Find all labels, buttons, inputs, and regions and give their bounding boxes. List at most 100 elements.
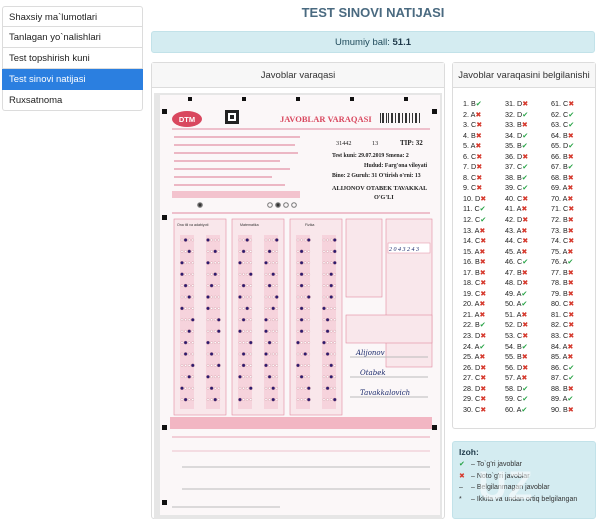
answer-key-number: 51. A xyxy=(505,309,522,319)
cross-icon: ✖ xyxy=(568,204,575,214)
answer-key-number: 14. C xyxy=(463,236,481,246)
cross-icon: ✖ xyxy=(568,236,575,246)
answer-key-number: 42. D xyxy=(505,215,523,225)
cross-icon: ✖ xyxy=(479,257,486,267)
answer-key-row: 59. C ✔ xyxy=(505,394,551,405)
answer-key-row: 62. C ✔ xyxy=(551,110,597,121)
answer-key-number: 85. A xyxy=(551,352,568,362)
answer-key-row: 60. A ✔ xyxy=(505,405,551,416)
answer-key-row: 25. A ✖ xyxy=(463,352,509,363)
answer-key-number: 55. B xyxy=(505,352,522,362)
answer-key-row: 49. A ✔ xyxy=(505,289,551,300)
answer-key-number: 29. C xyxy=(463,394,481,404)
answer-key-number: 48. D xyxy=(505,278,523,288)
cross-icon: ✖ xyxy=(521,309,528,319)
cross-icon: ✖ xyxy=(476,162,483,172)
answer-key-row: 36. D ✖ xyxy=(505,152,551,163)
answer-key-number: 25. A xyxy=(463,352,480,362)
answer-key-number: 37. C xyxy=(505,162,523,172)
answer-key-row: 51. A ✖ xyxy=(505,310,551,321)
answer-key-number: 53. C xyxy=(505,331,523,341)
cross-icon: ✖ xyxy=(567,246,574,256)
answer-key-number: 62. C xyxy=(551,109,569,119)
cross-icon: ✖ xyxy=(522,320,529,330)
answer-key-number: 79. B xyxy=(551,288,568,298)
cross-icon: ✖ xyxy=(567,215,574,225)
answer-key-row: 58. D ✔ xyxy=(505,384,551,395)
shift-value: 2 xyxy=(406,153,409,159)
cross-icon: ✖ xyxy=(567,151,574,161)
cross-icon: ✖ xyxy=(480,193,487,203)
answer-sheet-scan: DTM JAVOBLAR VARAQASI 31442 13 TIP: 32 T… xyxy=(160,95,440,515)
sidebar-item-test-date[interactable]: Test topshirish kuni xyxy=(2,48,143,69)
sidebar-nav: Shaxsiy ma`lumotlari Tanlagan yo`nalishl… xyxy=(2,6,143,111)
answer-key-number: 78. B xyxy=(551,278,568,288)
cross-icon: ✖ xyxy=(480,383,487,393)
cross-icon: ✖ xyxy=(480,394,487,404)
answer-key-number: 87. C xyxy=(551,373,569,383)
answer-key-row: 39. C ✔ xyxy=(505,183,551,194)
cross-icon: ✖ xyxy=(479,352,486,362)
answer-key-row: 18. C ✖ xyxy=(463,278,509,289)
answer-key-number: 26. D xyxy=(463,362,481,372)
sidebar-item-chosen-directions[interactable]: Tanlagan yo`nalishlari xyxy=(2,27,143,48)
answer-key-grid: 1. B ✔ 2. A ✖ 3. C ✖ 4. B ✖ 5. A ✖ 6. C ✖ 7. D… xyxy=(453,95,597,427)
cross-icon: ✖ xyxy=(459,473,465,480)
answer-key-row: 8. C ✖ xyxy=(463,173,509,184)
check-icon: ✔ xyxy=(480,215,487,225)
sidebar-item-personal-info[interactable]: Shaxsiy ma`lumotlari xyxy=(2,6,143,27)
cross-icon: ✖ xyxy=(522,278,529,288)
answer-key-row: 34. D ✔ xyxy=(505,131,551,142)
answer-key-row: 82. C ✖ xyxy=(551,320,597,331)
cross-icon: ✖ xyxy=(521,204,528,214)
answer-key-row: 20. A ✖ xyxy=(463,299,509,310)
check-icon: ✔ xyxy=(459,461,465,468)
answer-key-row: 66. B ✖ xyxy=(551,152,597,163)
total-score-label: Umumiy ball: xyxy=(334,37,390,48)
cross-icon: ✖ xyxy=(480,278,487,288)
answer-key-column-3: 61. C ✖ 62. C ✔ 63. C ✔ 64. B ✖ 65. D ✔ 66. B… xyxy=(551,99,597,415)
answer-key-row: 1. B ✔ xyxy=(463,99,509,110)
answer-key-number: 22. B xyxy=(463,320,480,330)
answer-key-number: 27. C xyxy=(463,373,481,383)
cross-icon: ✖ xyxy=(479,225,486,235)
subject-2-label: Matematika xyxy=(240,223,259,227)
cross-icon: ✖ xyxy=(522,193,529,203)
answer-key-number: 80. C xyxy=(551,299,569,309)
svg-text:Test kuni: 29.07.201: Test kuni: 29.07.2019 Smena: 2 xyxy=(332,153,409,159)
answer-key-number: 84. A xyxy=(551,341,568,351)
written-code: 2 0 4 3 2 4 3 xyxy=(389,246,419,253)
total-score-value: 51.1 xyxy=(392,37,412,48)
answer-key-number: 64. B xyxy=(551,130,568,140)
answer-key-row: 50. A ✔ xyxy=(505,299,551,310)
answer-key-row: 67. B ✔ xyxy=(551,162,597,173)
answer-key-row: 24. A ✔ xyxy=(463,342,509,353)
sidebar-item-test-result[interactable]: Test sinovi natijasi xyxy=(2,69,143,90)
handwritten-surname: Alijonov xyxy=(355,349,385,357)
answer-key-number: 65. D xyxy=(551,141,569,151)
answer-key-number: 3. C xyxy=(463,120,477,130)
check-icon: ✔ xyxy=(522,383,529,393)
answer-key-number: 81. C xyxy=(551,309,569,319)
answer-key-row: 31. D ✖ xyxy=(505,99,551,110)
answer-key-row: 57. A ✖ xyxy=(505,373,551,384)
cross-icon: ✖ xyxy=(476,120,483,130)
sidebar-item-admission-pass[interactable]: Ruxsatnoma xyxy=(2,90,143,111)
answer-key-column-1: 1. B ✔ 2. A ✖ 3. C ✖ 4. B ✖ 5. A ✖ 6. C ✖ 7. D… xyxy=(463,99,509,415)
answer-sheet-image: DTM JAVOBLAR VARAQASI 31442 13 TIP: 32 T… xyxy=(162,97,437,508)
answer-key-row: 4. B ✖ xyxy=(463,131,509,142)
answer-key-row: 83. C ✖ xyxy=(551,331,597,342)
cross-icon: ✖ xyxy=(480,373,487,383)
answer-key-number: 90. B xyxy=(551,404,568,414)
answer-key-row: 14. C ✖ xyxy=(463,236,509,247)
check-icon: ✔ xyxy=(522,257,529,267)
answer-key-row: 32. D ✔ xyxy=(505,110,551,121)
legend-title: Izoh: xyxy=(459,447,479,457)
cross-icon: ✖ xyxy=(480,362,487,372)
answer-key-row: 42. D ✖ xyxy=(505,215,551,226)
cross-icon: ✖ xyxy=(480,288,487,298)
answer-key-row: 26. D ✖ xyxy=(463,363,509,374)
cross-icon: ✖ xyxy=(521,120,528,130)
legend-multiple: * – Ikkita va undan ortiq belgilangan xyxy=(459,496,589,508)
sheet-tip: TIP: 32 xyxy=(400,139,423,147)
